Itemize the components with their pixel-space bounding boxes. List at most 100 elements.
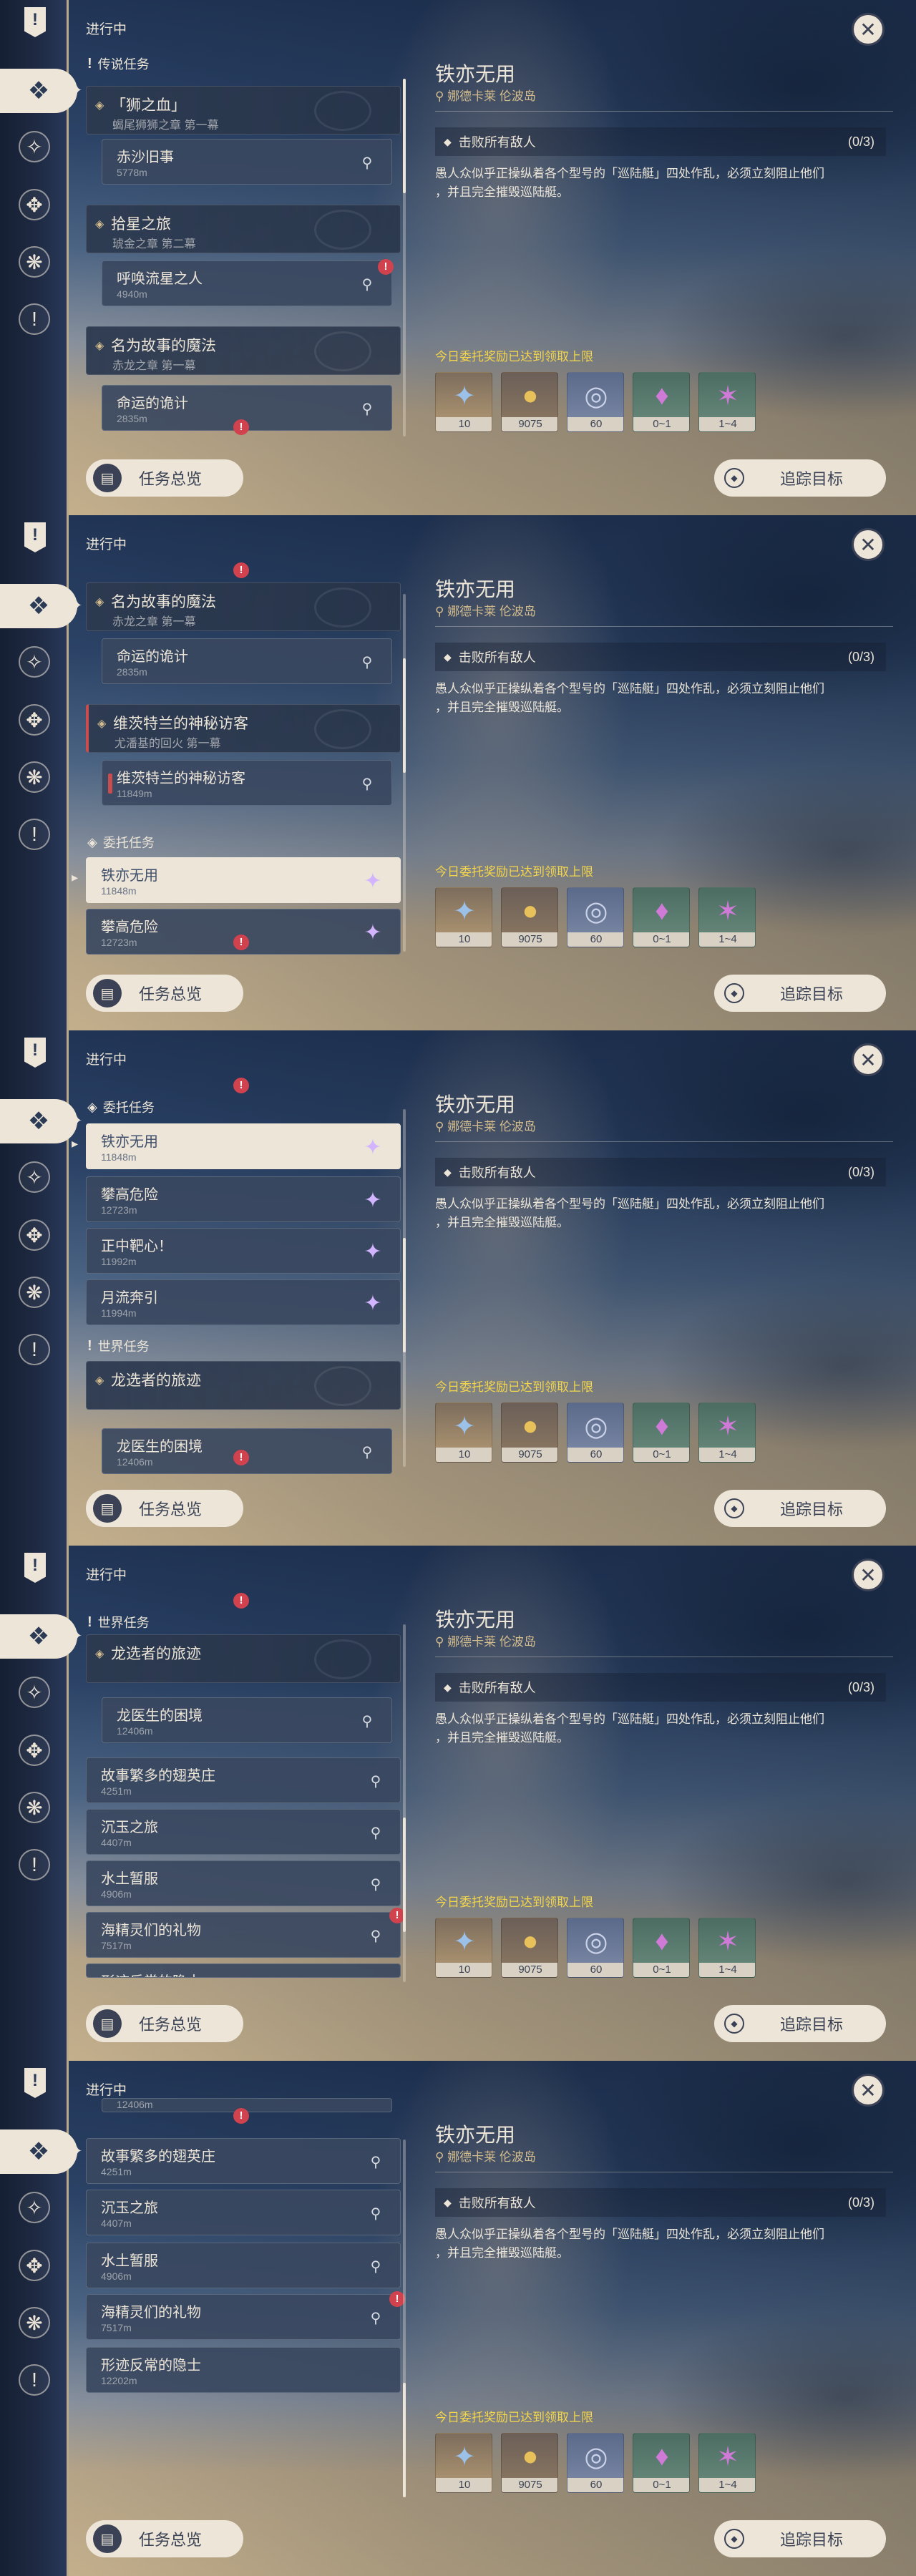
- quest-step[interactable]: 正中靶心！ 11992m ✦: [86, 1228, 401, 1274]
- tab-commission[interactable]: !: [11, 2356, 58, 2404]
- tab-legend-quests[interactable]: ✥: [11, 181, 58, 228]
- reward-adventure-exp[interactable]: ✦ 10: [435, 1918, 492, 1978]
- map-pin-icon[interactable]: ⚲: [357, 1442, 377, 1462]
- quest-step[interactable]: 水土暂服 4906m ⚲: [86, 1860, 401, 1906]
- tab-world-quests[interactable]: ❋: [11, 753, 58, 801]
- map-pin-icon[interactable]: ⚲: [366, 1823, 386, 1843]
- track-target-button[interactable]: ◆ 追踪目标: [714, 975, 886, 1012]
- quest-overview-button[interactable]: ▤ 任务总览: [86, 1490, 243, 1527]
- quest-overview-button[interactable]: ▤ 任务总览: [86, 2520, 243, 2557]
- tab-commission[interactable]: !: [11, 1326, 58, 1373]
- quest-header[interactable]: ◈ 龙选者的旅迹: [86, 1634, 401, 1683]
- reward-ore-cluster[interactable]: ✶ 1~4: [698, 372, 756, 432]
- close-icon[interactable]: ✕: [852, 1043, 885, 1076]
- reward-ore[interactable]: ♦ 0~1: [633, 1402, 690, 1463]
- reward-ore-cluster[interactable]: ✶ 1~4: [698, 2433, 756, 2493]
- reward-mora[interactable]: ● 9075: [501, 372, 558, 432]
- tab-all-quests[interactable]: ❖: [0, 69, 77, 113]
- close-icon[interactable]: ✕: [852, 528, 885, 561]
- quest-step-selected[interactable]: 铁亦无用 11848m ✦: [86, 1123, 401, 1169]
- tab-world-quests[interactable]: ❋: [11, 2299, 58, 2346]
- quest-step[interactable]: 沉玉之旅 4407m ⚲: [86, 2190, 401, 2235]
- map-pin-icon[interactable]: ⚲: [366, 2203, 386, 2223]
- quest-header[interactable]: ◈ 「狮之血」 蝎尾狮狮之章 第一幕: [86, 86, 401, 135]
- quest-overview-button[interactable]: ▤ 任务总览: [86, 975, 243, 1012]
- track-target-button[interactable]: ◆ 追踪目标: [714, 2520, 886, 2557]
- tab-commission[interactable]: !: [11, 1841, 58, 1888]
- map-pin-icon[interactable]: ⚲: [357, 152, 377, 172]
- quest-step[interactable]: 龙医生的困境 12406m ⚲: [102, 1697, 392, 1743]
- reward-ore[interactable]: ♦ 0~1: [633, 372, 690, 432]
- reward-ore[interactable]: ♦ 0~1: [633, 1918, 690, 1978]
- track-target-button[interactable]: ◆ 追踪目标: [714, 2005, 886, 2042]
- reward-ore[interactable]: ♦ 0~1: [633, 887, 690, 947]
- tab-legend-quests[interactable]: ✥: [11, 1727, 58, 1774]
- tab-legend-quests[interactable]: ✥: [11, 1211, 58, 1259]
- close-icon[interactable]: ✕: [852, 2074, 885, 2107]
- tab-commission[interactable]: !: [11, 811, 58, 858]
- scrollbar-thumb[interactable]: [403, 79, 406, 193]
- reward-ore-cluster[interactable]: ✶ 1~4: [698, 1918, 756, 1978]
- map-pin-icon[interactable]: ⚲: [366, 2308, 386, 2328]
- reward-mora[interactable]: ● 9075: [501, 2433, 558, 2493]
- quest-step[interactable]: 故事繁多的翅英庄 4251m ⚲: [86, 2138, 401, 2184]
- quest-step[interactable]: 海精灵们的礼物 7517m ⚲: [86, 2294, 401, 2340]
- tab-legend-quests[interactable]: ✥: [11, 2242, 58, 2289]
- reward-adventure-exp[interactable]: ✦ 10: [435, 2433, 492, 2493]
- map-pin-icon[interactable]: ⚲: [366, 1874, 386, 1894]
- tab-archon-quests[interactable]: ✧: [11, 1669, 58, 1716]
- reward-mora[interactable]: ● 9075: [501, 1918, 558, 1978]
- close-icon[interactable]: ✕: [852, 13, 885, 46]
- quest-header[interactable]: ◈ 拾星之旅 琥金之章 第二幕: [86, 205, 401, 253]
- quest-step[interactable]: 故事繁多的翅英庄 4251m ⚲: [86, 1757, 401, 1803]
- tab-all-quests[interactable]: ❖: [0, 584, 77, 628]
- tab-world-quests[interactable]: ❋: [11, 1784, 58, 1831]
- quest-header[interactable]: ◈ 龙选者的旅迹: [86, 1361, 401, 1410]
- tab-all-quests[interactable]: ❖: [0, 1099, 77, 1143]
- map-pin-icon[interactable]: ⚲: [366, 1926, 386, 1946]
- quest-header[interactable]: ◈ 名为故事的魔法 赤龙之章 第一幕: [86, 582, 401, 631]
- map-pin-icon[interactable]: ⚲: [357, 774, 377, 794]
- quest-step[interactable]: 沉玉之旅 4407m ⚲: [86, 1809, 401, 1855]
- scrollbar-track[interactable]: [403, 594, 406, 952]
- reward-primogem[interactable]: ◎ 60: [567, 1918, 624, 1978]
- reward-adventure-exp[interactable]: ✦ 10: [435, 372, 492, 432]
- tab-archon-quests[interactable]: ✧: [11, 1153, 58, 1201]
- map-pin-icon[interactable]: ⚲: [366, 2256, 386, 2276]
- reward-primogem[interactable]: ◎ 60: [567, 1402, 624, 1463]
- quest-step[interactable]: 龙医生的困境 12406m ⚲: [102, 1428, 392, 1474]
- quest-overview-button[interactable]: ▤ 任务总览: [86, 2005, 243, 2042]
- scrollbar-thumb[interactable]: [403, 658, 406, 773]
- reward-mora[interactable]: ● 9075: [501, 887, 558, 947]
- map-pin-icon[interactable]: ⚲: [357, 274, 377, 294]
- map-pin-icon[interactable]: ⚲: [357, 399, 377, 419]
- quest-header[interactable]: ◈ 名为故事的魔法 赤龙之章 第一幕: [86, 326, 401, 375]
- map-pin-icon[interactable]: ⚲: [366, 1771, 386, 1791]
- scrollbar-thumb[interactable]: [403, 1238, 406, 1352]
- quest-step[interactable]: 形迹反常的隐士 12202m: [86, 2347, 401, 2393]
- scrollbar-thumb[interactable]: [403, 2383, 406, 2497]
- quest-step[interactable]: 赤沙旧事 5778m ⚲: [102, 139, 392, 185]
- map-pin-icon[interactable]: ⚲: [357, 1711, 377, 1731]
- track-target-button[interactable]: ◆ 追踪目标: [714, 459, 886, 497]
- close-icon[interactable]: ✕: [852, 1558, 885, 1591]
- quest-step[interactable]: 形迹反常的隐士: [86, 1963, 401, 1978]
- tab-archon-quests[interactable]: ✧: [11, 2184, 58, 2231]
- reward-ore-cluster[interactable]: ✶ 1~4: [698, 1402, 756, 1463]
- tab-archon-quests[interactable]: ✧: [11, 638, 58, 686]
- tab-world-quests[interactable]: ❋: [11, 238, 58, 286]
- quest-header[interactable]: ◈ 维茨特兰的神秘访客 尤潘基的回火 第一幕: [86, 704, 401, 753]
- quest-step[interactable]: 呼唤流星之人 4940m ⚲: [102, 260, 392, 306]
- quest-step-selected[interactable]: 铁亦无用 11848m ✦: [86, 857, 401, 903]
- tab-archon-quests[interactable]: ✧: [11, 123, 58, 170]
- reward-ore-cluster[interactable]: ✶ 1~4: [698, 887, 756, 947]
- tab-all-quests[interactable]: ❖: [0, 2129, 77, 2174]
- quest-step[interactable]: 攀高危险 12723m ✦: [86, 1176, 401, 1222]
- quest-step[interactable]: 月流奔引 11994m ✦: [86, 1279, 401, 1325]
- tab-all-quests[interactable]: ❖: [0, 1614, 77, 1659]
- reward-adventure-exp[interactable]: ✦ 10: [435, 1402, 492, 1463]
- reward-primogem[interactable]: ◎ 60: [567, 887, 624, 947]
- reward-primogem[interactable]: ◎ 60: [567, 372, 624, 432]
- tab-commission[interactable]: !: [11, 296, 58, 343]
- reward-primogem[interactable]: ◎ 60: [567, 2433, 624, 2493]
